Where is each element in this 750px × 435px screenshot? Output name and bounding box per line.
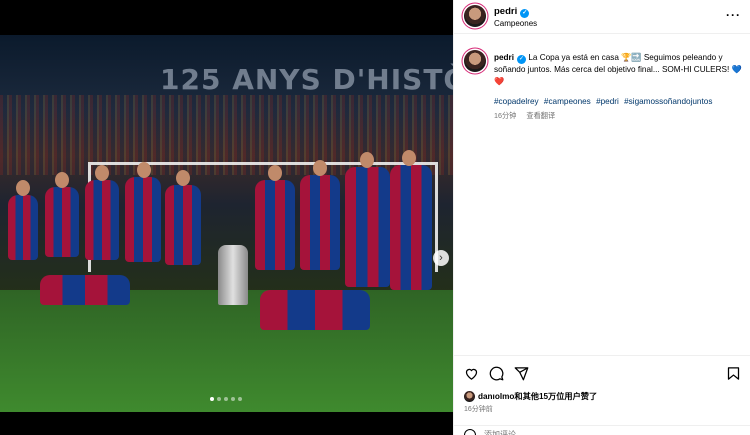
comment-box: [454, 425, 750, 435]
carousel-next-button[interactable]: ›: [433, 250, 449, 266]
heart-icon[interactable]: [464, 366, 479, 381]
more-options-icon[interactable]: ···: [726, 8, 741, 22]
player-figure: [85, 180, 119, 260]
action-icons: [464, 366, 529, 381]
player-figure: [45, 187, 79, 257]
carousel-dot[interactable]: [231, 397, 235, 401]
carousel-dot[interactable]: [210, 397, 214, 401]
post-media[interactable]: 125 ANYS D'HISTÒRIA ›: [0, 0, 453, 435]
translate-link[interactable]: 查看翻译: [526, 111, 555, 120]
hashtag-link[interactable]: #campeones: [544, 97, 591, 106]
comment-input[interactable]: [484, 430, 684, 435]
player-head: [95, 165, 109, 181]
caption-time: 16分钟: [494, 111, 517, 120]
player-figure: [390, 165, 432, 290]
carousel-dot[interactable]: [224, 397, 228, 401]
trophy: [218, 245, 248, 305]
player-figure: [300, 175, 340, 270]
player-head: [402, 150, 416, 166]
player-head: [137, 162, 151, 178]
player-figure: [40, 275, 130, 305]
pitch: [0, 290, 453, 412]
player-figure: [260, 290, 370, 330]
player-head: [360, 152, 374, 168]
caption: pedri ✓ La Copa ya está en casa 🏆🔜 Seguim…: [494, 52, 744, 88]
player-head: [313, 160, 327, 176]
share-icon[interactable]: [514, 366, 529, 381]
caption-username[interactable]: pedri: [494, 53, 514, 62]
player-head: [55, 172, 69, 188]
player-figure: [255, 180, 295, 270]
avatar[interactable]: [464, 5, 486, 27]
comment-icon[interactable]: [489, 366, 504, 381]
carousel-dot[interactable]: [238, 397, 242, 401]
player-figure: [8, 195, 38, 260]
post-header: pedri ✓ Campeones ···: [454, 0, 750, 34]
likes-summary[interactable]: danıolmo和其他15万位用户赞了: [464, 390, 597, 402]
player-figure: [165, 185, 201, 265]
avatar[interactable]: [464, 50, 486, 72]
liker-avatar[interactable]: [464, 390, 475, 402]
username-text[interactable]: pedri: [494, 6, 517, 17]
post-location[interactable]: Campeones: [494, 19, 537, 28]
likes-text[interactable]: danıolmo和其他15万位用户赞了: [478, 390, 597, 402]
stadium-banner-text: 125 ANYS D'HISTÒRIA: [160, 63, 453, 96]
hashtag-link[interactable]: #sigamossoñandojuntos: [624, 97, 712, 106]
post-photo[interactable]: 125 ANYS D'HISTÒRIA ›: [0, 35, 453, 412]
post-sidebar: pedri ✓ Campeones ··· pedri ✓ La Copa ya e…: [453, 0, 750, 435]
hashtag-link[interactable]: #copadelrey: [494, 97, 539, 106]
post-time: 16分钟前: [464, 406, 493, 413]
verified-icon: ✓: [520, 9, 530, 18]
verified-icon: ✓: [517, 55, 527, 64]
caption-text: La Copa ya está en casa 🏆🔜 Seguimos pele…: [494, 53, 742, 86]
hashtag-link[interactable]: #pedri: [596, 97, 619, 106]
player-figure: [125, 177, 161, 262]
caption-area: pedri ✓ La Copa ya está en casa 🏆🔜 Seguim…: [454, 35, 750, 355]
bookmark-icon[interactable]: [726, 366, 741, 381]
player-head: [268, 165, 282, 181]
hashtags: #copadelrey #campeones #pedri #sigamosso…: [494, 97, 715, 106]
post-actions: danıolmo和其他15万位用户赞了 16分钟前: [454, 355, 750, 425]
player-head: [16, 180, 30, 196]
post-username[interactable]: pedri ✓: [494, 6, 530, 18]
carousel-dot[interactable]: [217, 397, 221, 401]
player-head: [176, 170, 190, 186]
emoji-icon[interactable]: [464, 429, 476, 435]
player-figure: [345, 167, 390, 287]
caption-meta: 16分钟 查看翻译: [494, 111, 563, 121]
carousel-indicator: [210, 397, 242, 401]
